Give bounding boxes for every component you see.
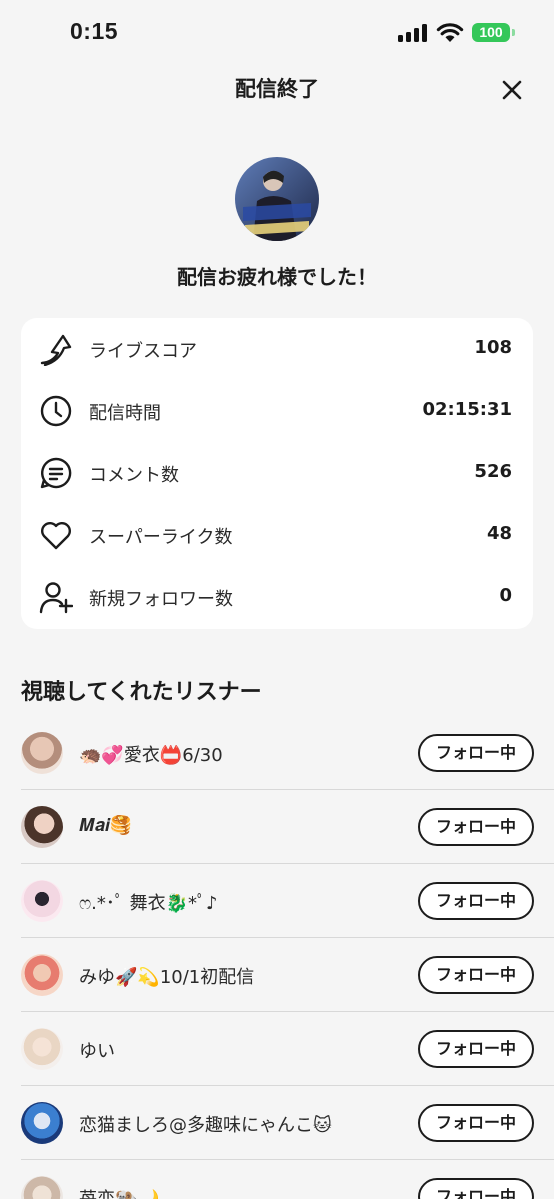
stat-row-comments: コメント数 526 xyxy=(21,442,533,504)
stat-value: 48 xyxy=(486,523,512,544)
following-button[interactable]: フォロー中 xyxy=(418,734,534,772)
list-item[interactable]: ゆい フォロー中 xyxy=(0,1012,554,1086)
list-item[interactable]: 恋猫ましろ@多趣味にゃんこ🐱 フォロー中 xyxy=(0,1086,554,1160)
stat-label: 配信時間 xyxy=(89,403,161,424)
close-icon[interactable] xyxy=(496,74,528,106)
stat-value: 02:15:31 xyxy=(422,399,512,420)
avatar[interactable] xyxy=(21,954,63,996)
clock-icon xyxy=(40,395,72,427)
cellular-signal-icon xyxy=(398,24,428,42)
list-item[interactable]: みゆ🚀💫10/1初配信 フォロー中 xyxy=(0,938,554,1012)
following-button[interactable]: フォロー中 xyxy=(418,882,534,920)
listener-name: ゆい xyxy=(79,1041,115,1062)
listener-name: 🦔💞愛衣📛6/30 xyxy=(79,745,223,766)
avatar[interactable] xyxy=(21,880,63,922)
list-item[interactable]: ෆ.*･ﾟ 舞衣🐉*ﾟ♪ フォロー中 xyxy=(0,864,554,938)
streamer-avatar xyxy=(235,157,319,241)
following-button[interactable]: フォロー中 xyxy=(418,956,534,994)
add-user-icon xyxy=(39,582,73,614)
stat-label: 新規フォロワー数 xyxy=(89,589,233,610)
page-title: 配信終了 xyxy=(235,77,319,101)
status-bar: 0:15 100 xyxy=(0,0,554,66)
status-time: 0:15 xyxy=(70,18,119,44)
stat-label: スーパーライク数 xyxy=(89,527,233,548)
battery-tip xyxy=(512,29,515,36)
following-button[interactable]: フォロー中 xyxy=(418,808,534,846)
listener-name: 恋猫ましろ@多趣味にゃんこ🐱 xyxy=(79,1115,332,1136)
listener-name: みゆ🚀💫10/1初配信 xyxy=(79,967,255,988)
listener-name: ෆ.*･ﾟ 舞衣🐉*ﾟ♪ xyxy=(79,893,218,914)
completion-message: 配信お疲れ様でした！ xyxy=(177,265,377,289)
following-button[interactable]: フォロー中 xyxy=(418,1178,534,1199)
stat-value: 108 xyxy=(474,337,512,358)
following-button[interactable]: フォロー中 xyxy=(418,1030,534,1068)
avatar[interactable] xyxy=(21,1028,63,1070)
stat-label: コメント数 xyxy=(89,465,179,486)
stat-value: 526 xyxy=(474,461,512,482)
following-button[interactable]: フォロー中 xyxy=(418,1104,534,1142)
list-item[interactable]: 苺恋🐏🌙 フォロー中 xyxy=(0,1160,554,1199)
avatar[interactable] xyxy=(21,732,63,774)
listener-name: 𝑴𝒂𝒊🥞 xyxy=(79,815,133,836)
list-item[interactable]: 🦔💞愛衣📛6/30 フォロー中 xyxy=(0,716,554,790)
battery-icon: 100 xyxy=(472,23,510,42)
score-arrow-icon xyxy=(40,334,72,366)
stat-label: ライブスコア xyxy=(89,341,197,362)
wifi-icon xyxy=(436,23,464,42)
stat-row-new-followers: 新規フォロワー数 0 xyxy=(21,566,533,628)
avatar[interactable] xyxy=(21,806,63,848)
stat-row-live-score: ライブスコア 108 xyxy=(21,318,533,380)
stats-card: ライブスコア 108 配信時間 02:15:31 コメント数 526 スーパーラ… xyxy=(21,318,533,629)
stat-value: 0 xyxy=(499,585,512,606)
stat-row-stream-time: 配信時間 02:15:31 xyxy=(21,380,533,442)
avatar[interactable] xyxy=(21,1176,63,1199)
listeners-section-title: 視聴してくれたリスナー xyxy=(21,680,262,705)
listener-name: 苺恋🐏🌙 xyxy=(79,1185,160,1199)
list-item[interactable]: 𝑴𝒂𝒊🥞 フォロー中 xyxy=(0,790,554,864)
comment-icon xyxy=(40,457,72,489)
heart-icon xyxy=(41,522,71,550)
avatar[interactable] xyxy=(21,1102,63,1144)
stat-row-super-likes: スーパーライク数 48 xyxy=(21,504,533,566)
